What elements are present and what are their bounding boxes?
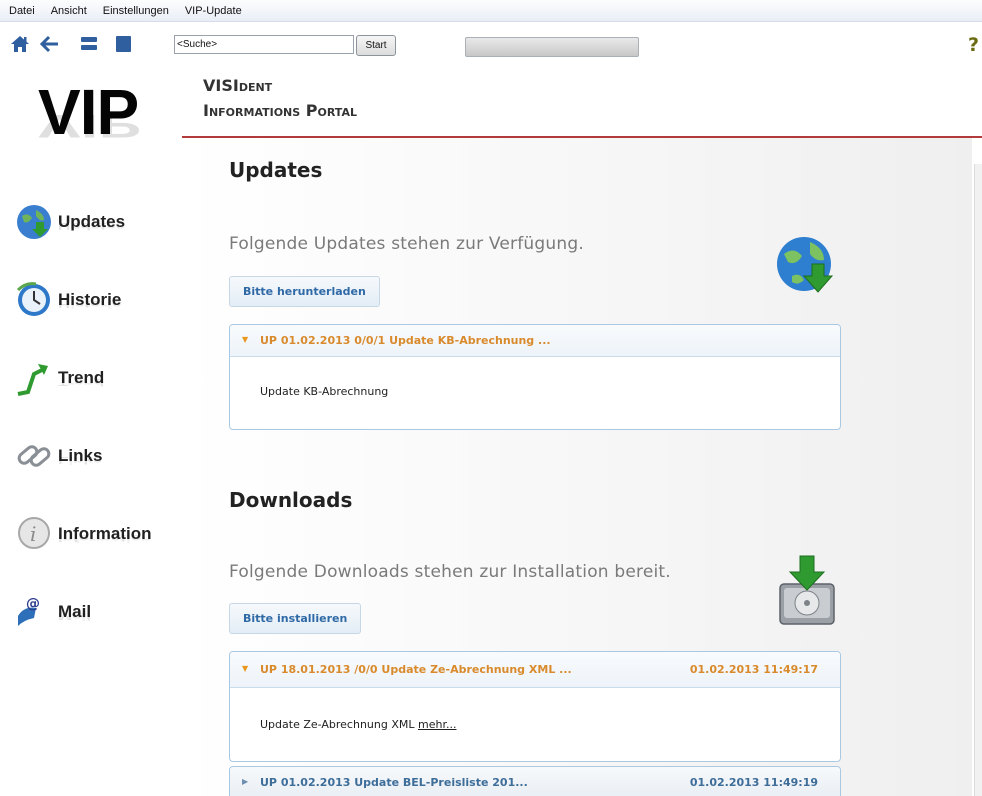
accordion-title: UP 01.02.2013 0/0/1 Update KB-Abrechnung… xyxy=(260,334,551,347)
svg-text:@: @ xyxy=(26,596,40,612)
accordion-date: 01.02.2013 11:49:17 xyxy=(689,663,818,676)
sidebar-item-trend[interactable]: Trend Trend xyxy=(14,358,174,418)
menu-bar: Datei Ansicht Einstellungen VIP-Update xyxy=(0,0,982,22)
downloads-heading: Downloads xyxy=(229,488,353,512)
sidebar-label-reflection: Information xyxy=(58,532,152,544)
accordion-title: UP 01.02.2013 Update BEL-Preisliste 201.… xyxy=(260,776,528,789)
back-arrow-icon[interactable] xyxy=(40,35,60,53)
menu-datei[interactable]: Datei xyxy=(9,5,35,17)
install-button[interactable]: Bitte installieren xyxy=(229,603,362,634)
hard-drive-download-icon xyxy=(779,555,835,625)
progress-bar xyxy=(465,37,639,57)
sidebar-label-reflection: Links xyxy=(58,454,103,466)
download-button[interactable]: Bitte herunterladen xyxy=(229,276,380,307)
accordion-body-text: Update Ze-Abrechnung XML mehr... xyxy=(260,718,456,731)
mail-icon: @ xyxy=(18,596,40,626)
sidebar-label-reflection: Trend xyxy=(58,376,105,388)
accordion-header[interactable]: ▶ UP 01.02.2013 Update BEL-Preisliste 20… xyxy=(230,767,840,796)
chain-link-icon xyxy=(17,445,51,467)
accordion-body-text: Update KB-Abrechnung xyxy=(260,385,389,398)
menu-ansicht[interactable]: Ansicht xyxy=(51,5,87,17)
vertical-scrollbar[interactable] xyxy=(974,164,982,796)
more-link[interactable]: mehr... xyxy=(418,718,456,731)
menu-vip-update[interactable]: VIP-Update xyxy=(185,5,242,17)
sidebar-item-information[interactable]: i Information Information xyxy=(14,514,174,574)
trend-arrow-icon xyxy=(17,364,48,396)
caret-down-icon: ▼ xyxy=(242,664,249,673)
portal-title-line2: Informations Portal xyxy=(203,101,357,120)
caret-right-icon: ▶ xyxy=(242,777,249,786)
caret-down-icon: ▼ xyxy=(242,335,249,344)
sidebar-item-mail[interactable]: @ Mail Mail xyxy=(14,592,174,652)
accordion-date: 01.02.2013 11:49:19 xyxy=(689,776,818,789)
downloads-subtitle: Folgende Downloads stehen zur Installati… xyxy=(229,562,671,582)
accordion-title: UP 18.01.2013 /0/0 Update Ze-Abrechnung … xyxy=(260,663,572,676)
accordion-header[interactable]: ▼ UP 18.01.2013 /0/0 Update Ze-Abrechnun… xyxy=(230,652,840,688)
toolbar: Start ? xyxy=(0,22,982,72)
help-icon[interactable]: ? xyxy=(968,34,979,56)
updates-subtitle: Folgende Updates stehen zur Verfügung. xyxy=(229,234,584,254)
accordion-header[interactable]: ▼ UP 01.02.2013 0/0/1 Update KB-Abrechnu… xyxy=(230,325,840,357)
sidebar-item-links[interactable]: Links Links xyxy=(14,436,174,496)
list-view-icon[interactable] xyxy=(79,35,99,53)
update-accordion-item: ▼ UP 01.02.2013 0/0/1 Update KB-Abrechnu… xyxy=(229,324,841,430)
start-button[interactable]: Start xyxy=(356,35,396,56)
search-input[interactable] xyxy=(174,35,354,54)
menu-einstellungen[interactable]: Einstellungen xyxy=(103,5,169,17)
portal-title-line1: VISIdent xyxy=(203,76,273,95)
download-accordion-item: ▶ UP 01.02.2013 Update BEL-Preisliste 20… xyxy=(229,766,841,796)
sidebar-item-updates[interactable]: Updates Updates xyxy=(14,202,174,262)
vip-logo-reflection: VIP xyxy=(38,108,142,144)
sidebar-item-historie[interactable]: Historie Historie xyxy=(14,280,174,340)
sidebar-label-reflection: Mail xyxy=(58,610,92,622)
info-icon: i xyxy=(18,517,50,549)
updates-heading: Updates xyxy=(229,158,323,182)
sidebar-label-reflection: Historie xyxy=(58,298,122,310)
stop-icon[interactable] xyxy=(114,35,134,53)
home-icon[interactable] xyxy=(10,35,30,53)
clock-icon xyxy=(16,282,50,316)
globe-download-icon xyxy=(777,237,834,293)
sidebar-label-reflection: Updates xyxy=(58,220,126,232)
download-accordion-item: ▼ UP 18.01.2013 /0/0 Update Ze-Abrechnun… xyxy=(229,651,841,762)
svg-text:i: i xyxy=(30,522,36,546)
globe-download-icon xyxy=(17,205,51,239)
accordion-body-label: Update Ze-Abrechnung XML xyxy=(260,718,415,731)
